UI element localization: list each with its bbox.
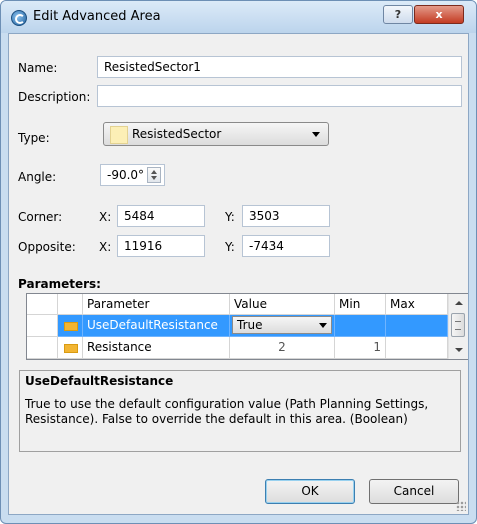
help-button[interactable]: ? [383,5,413,24]
resize-grip-icon[interactable] [456,501,466,511]
parameter-name-cell[interactable]: UseDefaultResistance [83,315,230,337]
column-header-parameter[interactable]: Parameter [83,294,230,315]
parameter-icon-cell [58,315,83,337]
max-cell[interactable] [386,337,448,359]
parameter-tag-icon [64,322,78,331]
scroll-up-icon[interactable] [455,301,463,305]
type-dropdown[interactable]: ResistedSector [103,122,329,146]
column-header-max[interactable]: Max [386,294,448,315]
parameter-icon-cell [58,337,83,359]
corner-label: Corner: [18,210,63,224]
value-dropdown[interactable]: True [232,316,332,334]
max-cell[interactable] [386,315,448,337]
scroll-thumb[interactable] [451,313,465,337]
table-row[interactable]: Resistance 2 1 [27,337,448,359]
row-header[interactable] [27,337,58,359]
min-cell[interactable] [335,315,386,337]
vertical-scrollbar[interactable] [448,294,468,359]
window-title: Edit Advanced Area [33,9,161,24]
parameters-grid: Parameter Value Min Max UseDefaultResist… [26,293,468,360]
opposite-label: Opposite: [18,240,76,254]
app-icon [11,10,27,26]
column-header-value[interactable]: Value [230,294,335,315]
edit-advanced-area-dialog: Edit Advanced Area ? x Name: ResistedSec… [0,0,477,524]
type-label: Type: [18,131,50,145]
row-header-corner [27,294,58,315]
angle-value: -90.0° [107,168,145,182]
angle-spinbox[interactable]: -90.0° [100,164,165,186]
corner-x-label: X: [99,210,112,224]
min-cell[interactable]: 1 [335,337,386,359]
opposite-x-field[interactable]: 11916 [117,235,205,257]
opposite-y-field[interactable]: -7434 [242,235,330,257]
name-label: Name: [18,61,58,75]
column-header-min[interactable]: Min [335,294,386,315]
description-panel-text: True to use the default configuration va… [25,397,429,426]
ok-button[interactable]: OK [265,479,355,504]
title-bar[interactable]: Edit Advanced Area ? x [1,1,476,33]
icon-column-header [58,294,83,315]
parameter-description-panel: UseDefaultResistance True to use the def… [19,370,461,452]
corner-y-field[interactable]: 3503 [242,205,330,227]
close-button[interactable]: x [414,5,464,24]
opposite-x-label: X: [99,240,112,254]
value-dropdown-text: True [237,318,263,332]
parameters-heading: Parameters: [18,277,101,291]
corner-y-label: Y: [225,210,235,224]
angle-label: Angle: [18,170,57,184]
corner-x-field[interactable]: 5484 [117,205,205,227]
type-value: ResistedSector [132,127,222,141]
name-field[interactable]: ResistedSector1 [97,56,462,78]
chevron-down-icon [319,323,327,328]
row-header[interactable] [27,315,58,337]
value-cell[interactable]: 2 [230,337,335,359]
opposite-y-label: Y: [225,240,235,254]
scroll-down-icon[interactable] [455,348,463,352]
parameter-name-cell[interactable]: Resistance [83,337,230,359]
description-panel-title: UseDefaultResistance [25,374,174,388]
type-color-swatch [110,126,128,144]
chevron-down-icon [312,132,320,137]
description-field[interactable] [97,85,462,107]
parameter-tag-icon [64,344,78,353]
table-row[interactable]: UseDefaultResistance True [27,315,448,337]
value-cell[interactable]: True [230,315,335,337]
spinner-icon[interactable] [147,167,161,183]
cancel-button[interactable]: Cancel [369,479,459,504]
description-label: Description: [18,90,91,104]
